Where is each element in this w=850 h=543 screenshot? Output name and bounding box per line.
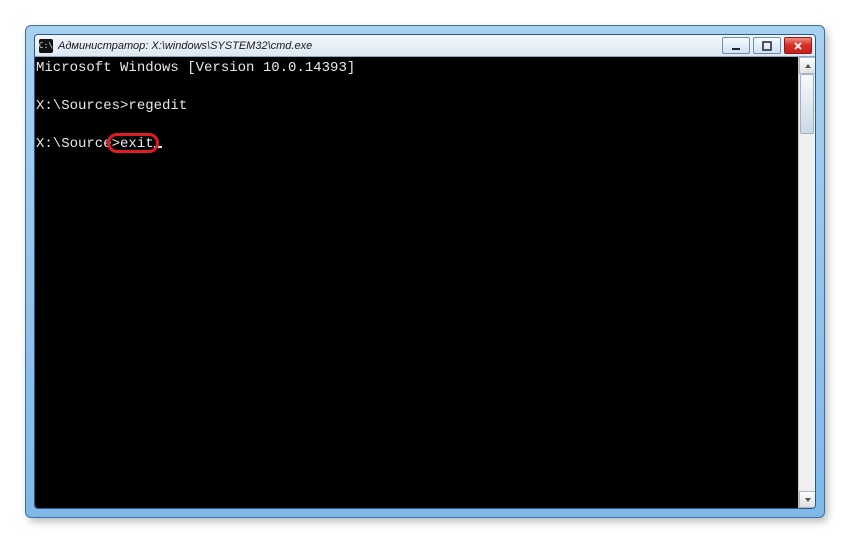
version-line: Microsoft Windows [Version 10.0.14393]	[36, 60, 355, 76]
prompt-2-left: X:\Source	[36, 136, 112, 152]
chevron-up-icon	[804, 62, 812, 70]
vertical-scrollbar[interactable]	[798, 57, 815, 508]
scrollbar-track[interactable]	[799, 74, 815, 491]
console-area: Microsoft Windows [Version 10.0.14393] X…	[35, 57, 815, 508]
window-title: Администратор: X:\windows\SYSTEM32\cmd.e…	[58, 40, 312, 52]
cmd-window: C:\ Администратор: X:\windows\SYSTEM32\c…	[34, 34, 816, 509]
close-icon	[793, 41, 803, 51]
prompt-2-right: >	[112, 136, 120, 152]
close-button[interactable]	[784, 37, 812, 54]
command-1: regedit	[128, 98, 187, 114]
cmd-icon: C:\	[39, 39, 53, 53]
maximize-icon	[762, 41, 772, 51]
window-controls	[722, 37, 813, 54]
scroll-up-button[interactable]	[799, 57, 816, 74]
text-cursor	[154, 146, 162, 148]
scrollbar-thumb[interactable]	[800, 74, 814, 134]
command-2: exit	[120, 136, 154, 152]
titlebar[interactable]: C:\ Администратор: X:\windows\SYSTEM32\c…	[35, 35, 815, 57]
maximize-button[interactable]	[753, 37, 781, 54]
prompt-1: X:\Sources>	[36, 98, 128, 114]
aero-frame: C:\ Администратор: X:\windows\SYSTEM32\c…	[25, 25, 825, 518]
console-output[interactable]: Microsoft Windows [Version 10.0.14393] X…	[35, 57, 798, 508]
scroll-down-button[interactable]	[799, 491, 816, 508]
minimize-button[interactable]	[722, 37, 750, 54]
minimize-icon	[731, 41, 741, 51]
chevron-down-icon	[804, 496, 812, 504]
